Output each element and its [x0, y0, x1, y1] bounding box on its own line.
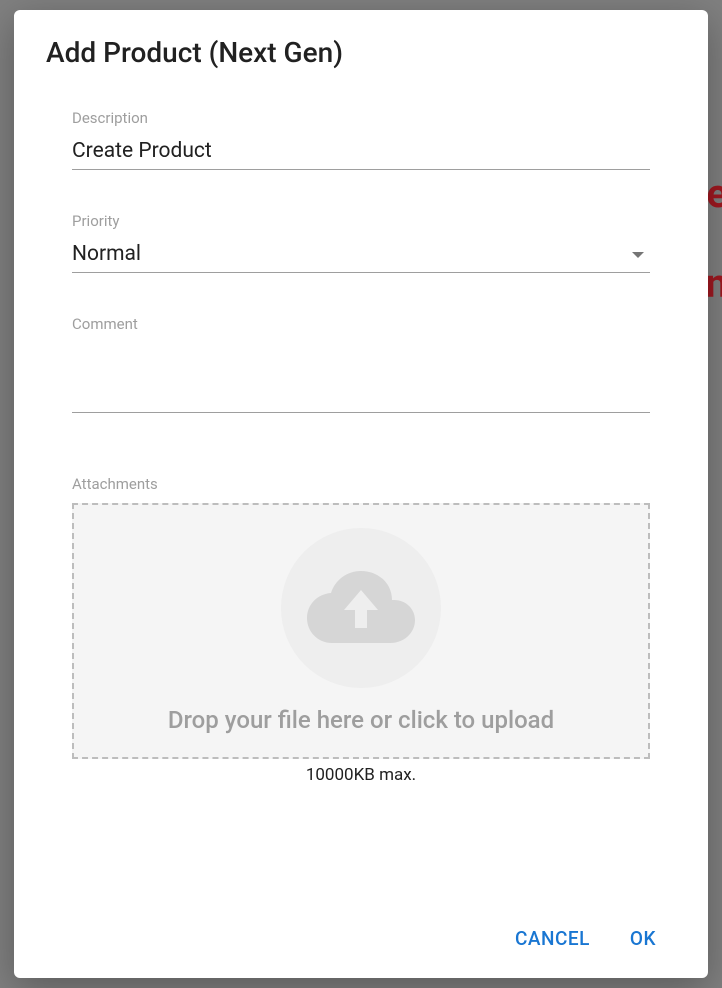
priority-label: Priority	[72, 212, 650, 230]
priority-field: Priority Normal	[72, 212, 650, 273]
comment-field: Comment	[72, 315, 650, 417]
priority-select[interactable]: Normal	[72, 238, 650, 273]
cloud-upload-icon	[281, 528, 441, 688]
dialog-actions: CANCEL OK	[14, 907, 708, 978]
priority-value: Normal	[72, 242, 141, 266]
description-label: Description	[72, 109, 650, 127]
attachments-max-text: 10000KB max.	[72, 765, 650, 785]
dropzone-text: Drop your file here or click to upload	[168, 706, 554, 734]
attachments-label: Attachments	[72, 475, 650, 493]
description-field: Description	[72, 109, 650, 170]
attachments-field: Attachments Drop your file here or click…	[72, 475, 650, 785]
cancel-button[interactable]: CANCEL	[515, 927, 590, 950]
bg-decor: n	[706, 260, 722, 307]
ok-button[interactable]: OK	[630, 927, 656, 950]
chevron-down-icon	[632, 252, 644, 258]
comment-label: Comment	[72, 315, 650, 333]
bg-decor: e	[706, 170, 722, 217]
dialog-body: Description Priority Normal Comment Atta…	[14, 79, 708, 907]
description-input[interactable]	[72, 135, 650, 170]
comment-input[interactable]	[72, 341, 650, 413]
dialog-title: Add Product (Next Gen)	[14, 10, 708, 79]
add-product-dialog: Add Product (Next Gen) Description Prior…	[14, 10, 708, 978]
attachments-dropzone[interactable]: Drop your file here or click to upload	[72, 503, 650, 759]
